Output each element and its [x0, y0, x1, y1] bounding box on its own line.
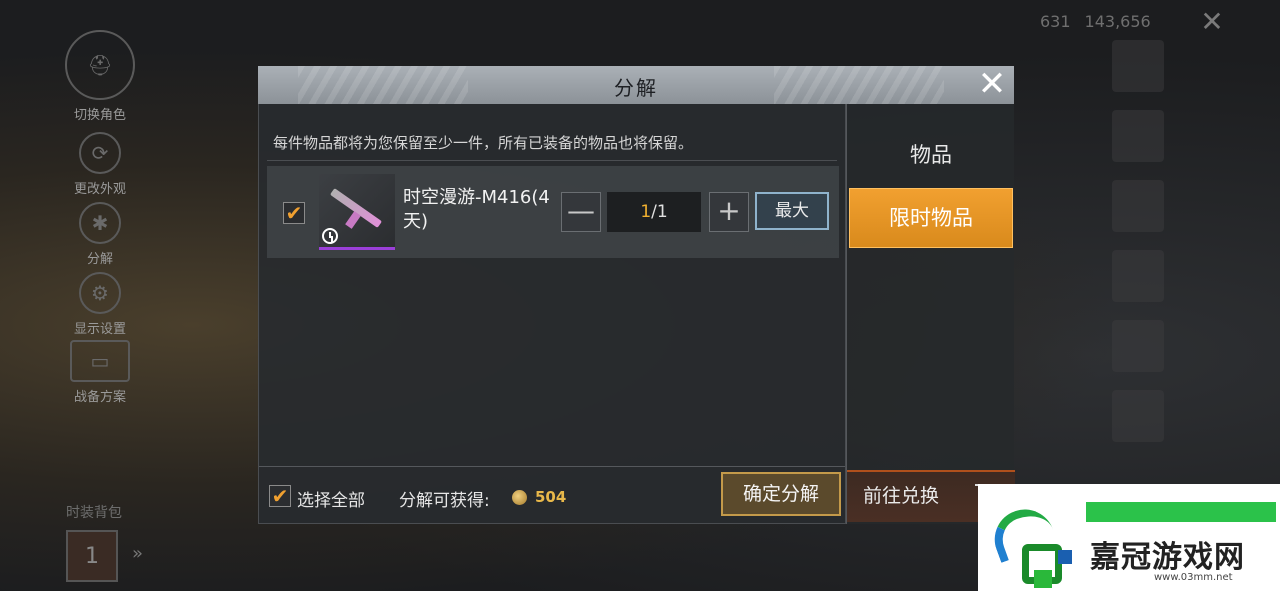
menu-label: 战备方案 — [73, 390, 126, 405]
gear-icon: ⚙ — [79, 272, 121, 314]
helmet-icon: ⛑ — [65, 30, 135, 100]
menu-label: 切换角色 — [73, 108, 126, 123]
qty-plus-button[interactable]: + — [709, 192, 749, 232]
wardrobe-label: 时装背包 — [66, 505, 122, 521]
logo-banner — [1086, 502, 1276, 522]
wardrobe-count: 1 — [85, 543, 99, 569]
menu-loadout[interactable]: ▭ 战备方案 — [55, 340, 145, 405]
menu-split[interactable]: ✱ 分解 — [55, 202, 145, 267]
split-icon: ✱ — [79, 202, 121, 244]
wardrobe-button[interactable]: 1 — [66, 530, 118, 582]
screen-close-icon[interactable]: ✕ — [1196, 6, 1228, 38]
max-button[interactable]: 最大 — [755, 192, 829, 230]
refresh-icon: ⟳ — [79, 132, 121, 174]
right-slot-column — [1112, 40, 1172, 460]
rifle-magazine-shape — [345, 211, 361, 229]
menu-label: 显示设置 — [73, 322, 126, 337]
dialog-side-tabs: 物品 限时物品 前往兑换 — [846, 104, 1015, 524]
menu-display-settings[interactable]: ⚙ 显示设置 — [55, 272, 145, 337]
footer-divider — [259, 466, 845, 467]
crate-icon: ▭ — [70, 340, 130, 382]
site-watermark: 嘉冠游戏网 www.03mm.net — [978, 484, 1280, 591]
dialog-title: 分解 — [614, 76, 658, 100]
item-name: 时空漫游-M416(4天) — [403, 187, 550, 232]
split-dialog: 分解 ✕ 每件物品都将为您保留至少一件，所有已装备的物品也将保留。 ✔ 时空漫游… — [258, 66, 1015, 524]
clock-icon — [322, 228, 338, 244]
notice-text: 每件物品都将为您保留至少一件，所有已装备的物品也将保留。 — [273, 134, 694, 152]
qty-total: /1 — [651, 202, 668, 222]
tab-items[interactable]: 物品 — [847, 126, 1015, 184]
watermark-url: www.03mm.net — [1154, 572, 1233, 583]
qty-display: 1/1 — [607, 192, 701, 232]
uc-amount: 631 — [1040, 12, 1071, 31]
divider — [267, 160, 837, 161]
menu-switch-character[interactable]: ⛑ 切换角色 — [55, 30, 145, 123]
currency-bar: 631 143,656 — [1040, 12, 1151, 31]
slot[interactable] — [1112, 180, 1164, 232]
logo-square-shape — [1058, 550, 1072, 564]
dialog-body: 每件物品都将为您保留至少一件，所有已装备的物品也将保留。 ✔ 时空漫游-M416… — [258, 104, 846, 524]
qty-minus-button[interactable]: — — [561, 192, 601, 232]
item-checkbox[interactable]: ✔ — [283, 202, 305, 224]
coin-icon — [512, 490, 527, 505]
exchange-label: 前往兑换 — [863, 485, 940, 507]
site-logo-icon — [986, 501, 1072, 588]
slot[interactable] — [1112, 390, 1164, 442]
qty-current: 1 — [640, 202, 652, 222]
logo-square-shape — [1034, 570, 1052, 588]
confirm-split-button[interactable]: 确定分解 — [721, 472, 841, 516]
select-all-checkbox[interactable]: ✔ — [269, 485, 291, 507]
select-all-label[interactable]: 选择全部 — [297, 486, 365, 511]
bp-amount: 143,656 — [1084, 12, 1151, 31]
menu-label: 更改外观 — [73, 182, 126, 197]
yield-value: 504 — [535, 488, 567, 506]
tab-limited-items[interactable]: 限时物品 — [849, 188, 1013, 248]
slot[interactable] — [1112, 250, 1164, 302]
menu-label: 分解 — [86, 252, 113, 267]
expand-arrow-icon[interactable]: » — [132, 543, 143, 564]
dialog-close-icon[interactable]: ✕ — [972, 66, 1012, 104]
slot[interactable] — [1112, 320, 1164, 372]
yield-label: 分解可获得: — [399, 491, 490, 511]
menu-change-outfit[interactable]: ⟳ 更改外观 — [55, 132, 145, 197]
slot[interactable] — [1112, 40, 1164, 92]
item-thumbnail[interactable] — [319, 174, 395, 250]
item-row[interactable]: ✔ 时空漫游-M416(4天) — 1/1 + 最大 — [267, 166, 839, 258]
watermark-title: 嘉冠游戏网 — [1090, 540, 1245, 575]
slot[interactable] — [1112, 110, 1164, 162]
